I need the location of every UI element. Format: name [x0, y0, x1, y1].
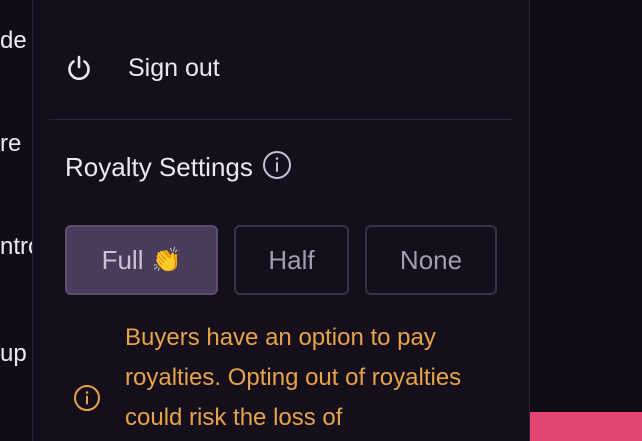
royalty-option-full-label: Full [101, 244, 144, 275]
pink-action-bar[interactable] [530, 412, 642, 441]
royalty-notice: Buyers have an option to pay royalties. … [71, 318, 505, 438]
royalty-settings-title: Royalty Settings [65, 152, 253, 182]
sign-out-button[interactable]: Sign out [63, 48, 220, 88]
info-icon[interactable] [262, 150, 292, 180]
royalty-option-none[interactable]: None [365, 225, 497, 295]
sign-out-label: Sign out [128, 53, 220, 82]
background-sidebar: de re ntro up [0, 0, 41, 441]
royalty-options: Full 👏 Half None [65, 225, 497, 295]
clapping-hands-emoji: 👏 [151, 246, 182, 274]
royalty-option-half-label: Half [268, 244, 315, 275]
royalty-settings-heading: Royalty Settings [65, 150, 292, 183]
background-menu-item: up [0, 340, 27, 367]
menu-divider [49, 119, 513, 120]
royalty-notice-text: Buyers have an option to pay royalties. … [125, 324, 462, 431]
background-content [530, 0, 642, 441]
account-dropdown-panel: Sign out Royalty Settings Full 👏 Half No… [32, 0, 530, 441]
background-menu-item: re [0, 130, 22, 157]
royalty-option-none-label: None [399, 244, 463, 275]
royalty-option-half[interactable]: Half [234, 225, 349, 295]
royalty-option-full[interactable]: Full 👏 [65, 225, 218, 295]
background-menu-item: de [0, 27, 27, 54]
power-icon [63, 52, 95, 84]
warning-info-icon [71, 382, 103, 414]
